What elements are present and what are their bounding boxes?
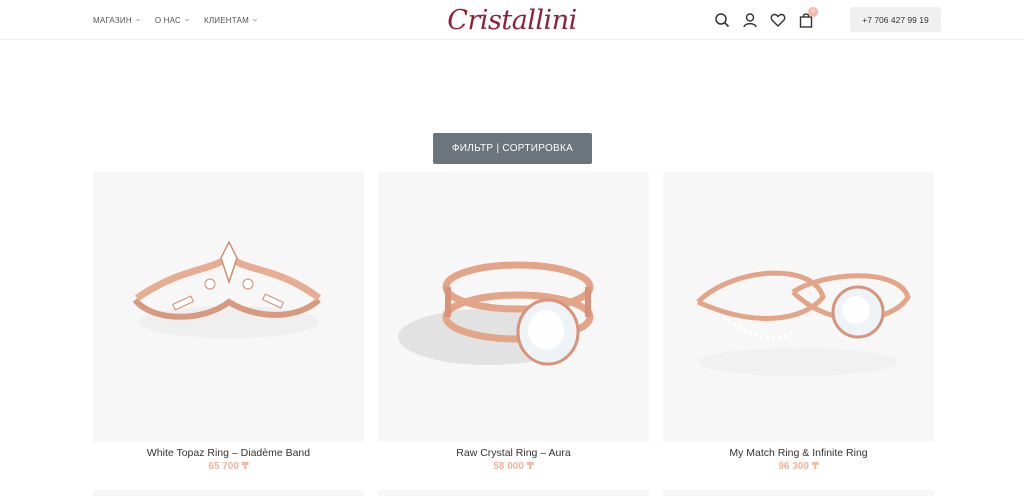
product-name[interactable]: My Match Ring & Infinite Ring — [663, 447, 934, 459]
product-price: 96 300 ₸ — [778, 461, 819, 472]
product-image[interactable] — [378, 172, 649, 442]
product-card[interactable]: White Topaz Ring – Diadème Band 65 700 ₸ — [93, 172, 364, 472]
next-product-card[interactable] — [378, 490, 649, 496]
ring-image — [398, 261, 594, 366]
main-nav: МАГАЗИН О НАС КЛИЕНТАМ — [93, 0, 258, 40]
product-image[interactable] — [93, 172, 364, 442]
nav-item-about[interactable]: О НАС — [155, 16, 190, 25]
chevron-down-icon — [184, 18, 190, 22]
search-icon[interactable] — [714, 12, 730, 28]
nav-item-label: О НАС — [154, 15, 181, 25]
product-name[interactable]: White Topaz Ring – Diadème Band — [93, 447, 364, 459]
nav-item-label: КЛИЕНТАМ — [203, 15, 249, 25]
site-header: МАГАЗИН О НАС КЛИЕНТАМ Cristallini 0 +7 … — [0, 0, 1024, 40]
product-image[interactable] — [663, 172, 934, 442]
product-card[interactable]: Raw Crystal Ring – Aura 58 000 ₸ — [378, 172, 649, 472]
heart-icon[interactable] — [770, 12, 786, 28]
next-product-card[interactable] — [93, 490, 364, 496]
phone-button[interactable]: +7 706 427 99 19 — [850, 7, 941, 32]
nav-item-shop[interactable]: МАГАЗИН — [93, 16, 141, 25]
filter-sort-button[interactable]: ФИЛЬТР | СОРТИРОВКА — [433, 133, 592, 164]
user-icon[interactable] — [742, 12, 758, 28]
ring-image — [132, 240, 322, 338]
product-price: 65 700 ₸ — [208, 461, 249, 472]
header-icons: 0 — [714, 7, 818, 30]
product-card[interactable]: My Match Ring & Infinite Ring 96 300 ₸ — [663, 172, 934, 472]
nav-item-clients[interactable]: КЛИЕНТАМ — [204, 16, 258, 25]
site-logo[interactable]: Cristallini — [447, 5, 577, 36]
product-name[interactable]: Raw Crystal Ring – Aura — [378, 447, 649, 459]
nav-item-label: МАГАЗИН — [93, 15, 132, 25]
next-product-card[interactable] — [663, 490, 934, 496]
cart-count-badge: 0 — [808, 7, 818, 17]
ring-image — [696, 270, 911, 376]
bag-icon[interactable]: 0 — [798, 7, 818, 28]
chevron-down-icon — [135, 18, 140, 22]
chevron-down-icon — [252, 18, 258, 22]
product-price: 58 000 ₸ — [493, 461, 534, 472]
